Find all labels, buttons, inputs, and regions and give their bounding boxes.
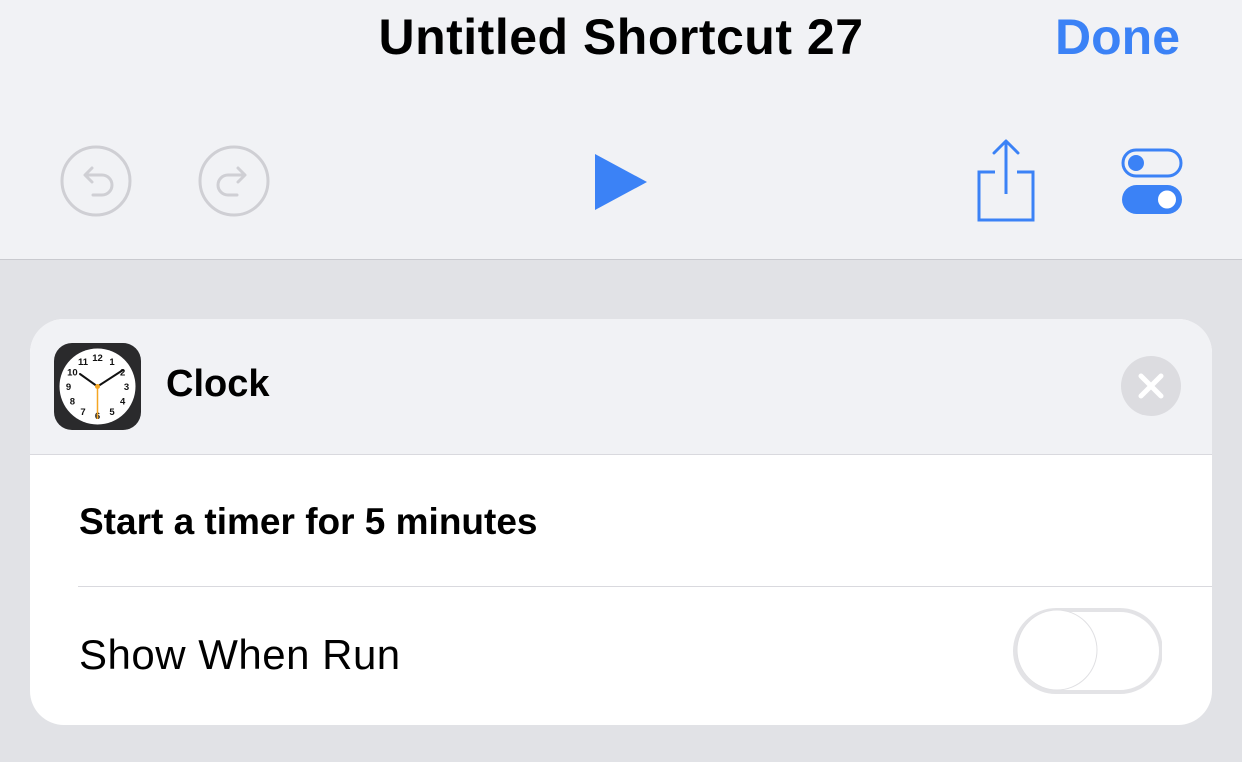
action-card: 121234567891011 Clock Start a timer for … [30, 319, 1212, 725]
share-icon [977, 139, 1035, 222]
done-button[interactable]: Done [1055, 8, 1180, 66]
navigation-bar: Untitled Shortcut 27 Done [0, 0, 1242, 260]
show-when-run-toggle[interactable] [1012, 606, 1163, 696]
clock-number: 11 [78, 357, 89, 368]
settings-button[interactable] [1120, 145, 1184, 217]
clock-number: 8 [70, 397, 75, 408]
clock-number: 7 [80, 407, 85, 418]
undo-button[interactable] [60, 145, 132, 217]
close-icon [1121, 356, 1181, 416]
clock-number: 4 [120, 397, 126, 408]
toggles-settings-icon [1121, 148, 1183, 214]
clock-face: 121234567891011 [59, 348, 136, 425]
show-when-run-label: Show When Run [79, 631, 401, 678]
clock-number: 5 [109, 407, 115, 418]
clock-app-icon: 121234567891011 [54, 343, 141, 430]
undo-icon [60, 145, 132, 217]
row-divider [78, 586, 1212, 587]
play-icon [595, 154, 647, 210]
action-app-name: Clock [166, 363, 270, 405]
redo-button[interactable] [198, 145, 270, 217]
action-description[interactable]: Start a timer for 5 minutes [79, 501, 538, 543]
redo-icon [198, 145, 270, 217]
action-card-header: 121234567891011 Clock [30, 319, 1212, 455]
clock-number: 12 [92, 353, 103, 364]
share-button[interactable] [973, 138, 1039, 224]
clock-number: 9 [66, 382, 71, 393]
clock-number: 1 [109, 357, 115, 368]
toggle-switch [1013, 608, 1163, 694]
remove-action-button[interactable] [1121, 356, 1181, 416]
clock-number: 3 [124, 382, 129, 393]
clock-number: 10 [67, 368, 78, 379]
run-shortcut-button[interactable] [590, 150, 652, 214]
